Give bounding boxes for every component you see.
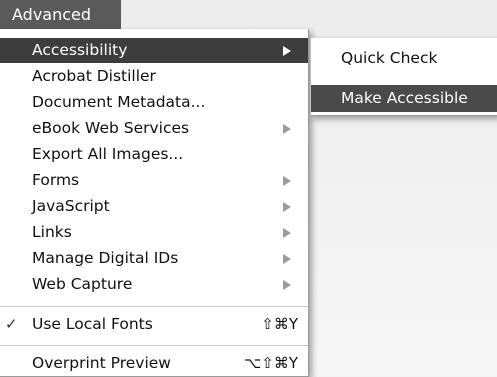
menu-item-use-local-fonts[interactable]: ✓ Use Local Fonts ⇧⌘Y [0, 312, 308, 337]
menu-item-accessibility[interactable]: Accessibility [0, 38, 308, 63]
menu-item-label: Export All Images... [32, 145, 184, 163]
menu-item-label: Web Capture [32, 275, 133, 293]
menu-item-ebook-web-services[interactable]: eBook Web Services [0, 116, 308, 141]
menu-item-document-metadata[interactable]: Document Metadata... [0, 90, 308, 115]
submenu-arrow-icon [283, 254, 291, 264]
menu-item-label: Forms [32, 171, 80, 189]
menu-item-links[interactable]: Links [0, 220, 308, 245]
menu-item-javascript[interactable]: JavaScript [0, 194, 308, 219]
submenu-arrow-icon [283, 280, 291, 290]
submenu-arrow-icon [283, 176, 291, 186]
submenu-arrow-icon [283, 202, 291, 212]
checkmark-icon: ✓ [5, 315, 18, 333]
menu-item-shortcut: ⌥⇧⌘Y [243, 354, 298, 372]
submenu-arrow-icon [283, 124, 291, 134]
menu-item-label: Acrobat Distiller [32, 67, 156, 85]
menu-item-shortcut: ⇧⌘Y [261, 315, 298, 333]
menu-item-label: Document Metadata... [32, 93, 206, 111]
menu-item-label: eBook Web Services [32, 119, 190, 137]
submenu-arrow-icon [283, 46, 291, 56]
menu-item-overprint-preview[interactable]: Overprint Preview ⌥⇧⌘Y [0, 351, 308, 376]
menu-item-label: Manage Digital IDs [32, 249, 179, 267]
menu-item-label: Links [32, 223, 72, 241]
submenu-item-make-accessible[interactable]: Make Accessible [311, 85, 497, 112]
menu-separator [0, 306, 308, 307]
menu-item-label: Overprint Preview [32, 354, 171, 372]
menu-separator [0, 345, 308, 346]
submenu-item-quick-check[interactable]: Quick Check [311, 45, 497, 72]
menu-item-forms[interactable]: Forms [0, 168, 308, 193]
menu-item-label: JavaScript [32, 197, 110, 215]
menu-item-export-all-images[interactable]: Export All Images... [0, 142, 308, 167]
menu-title-advanced[interactable]: Advanced [0, 0, 121, 29]
menu-item-label: Accessibility [32, 41, 128, 59]
advanced-menu: Accessibility Acrobat Distiller Document… [0, 29, 309, 377]
menu-item-manage-digital-ids[interactable]: Manage Digital IDs [0, 246, 308, 271]
menu-item-web-capture[interactable]: Web Capture [0, 272, 308, 297]
accessibility-submenu: Quick Check Make Accessible [310, 38, 497, 116]
submenu-arrow-icon [283, 228, 291, 238]
menu-item-acrobat-distiller[interactable]: Acrobat Distiller [0, 64, 308, 89]
menu-item-label: Use Local Fonts [32, 315, 153, 333]
